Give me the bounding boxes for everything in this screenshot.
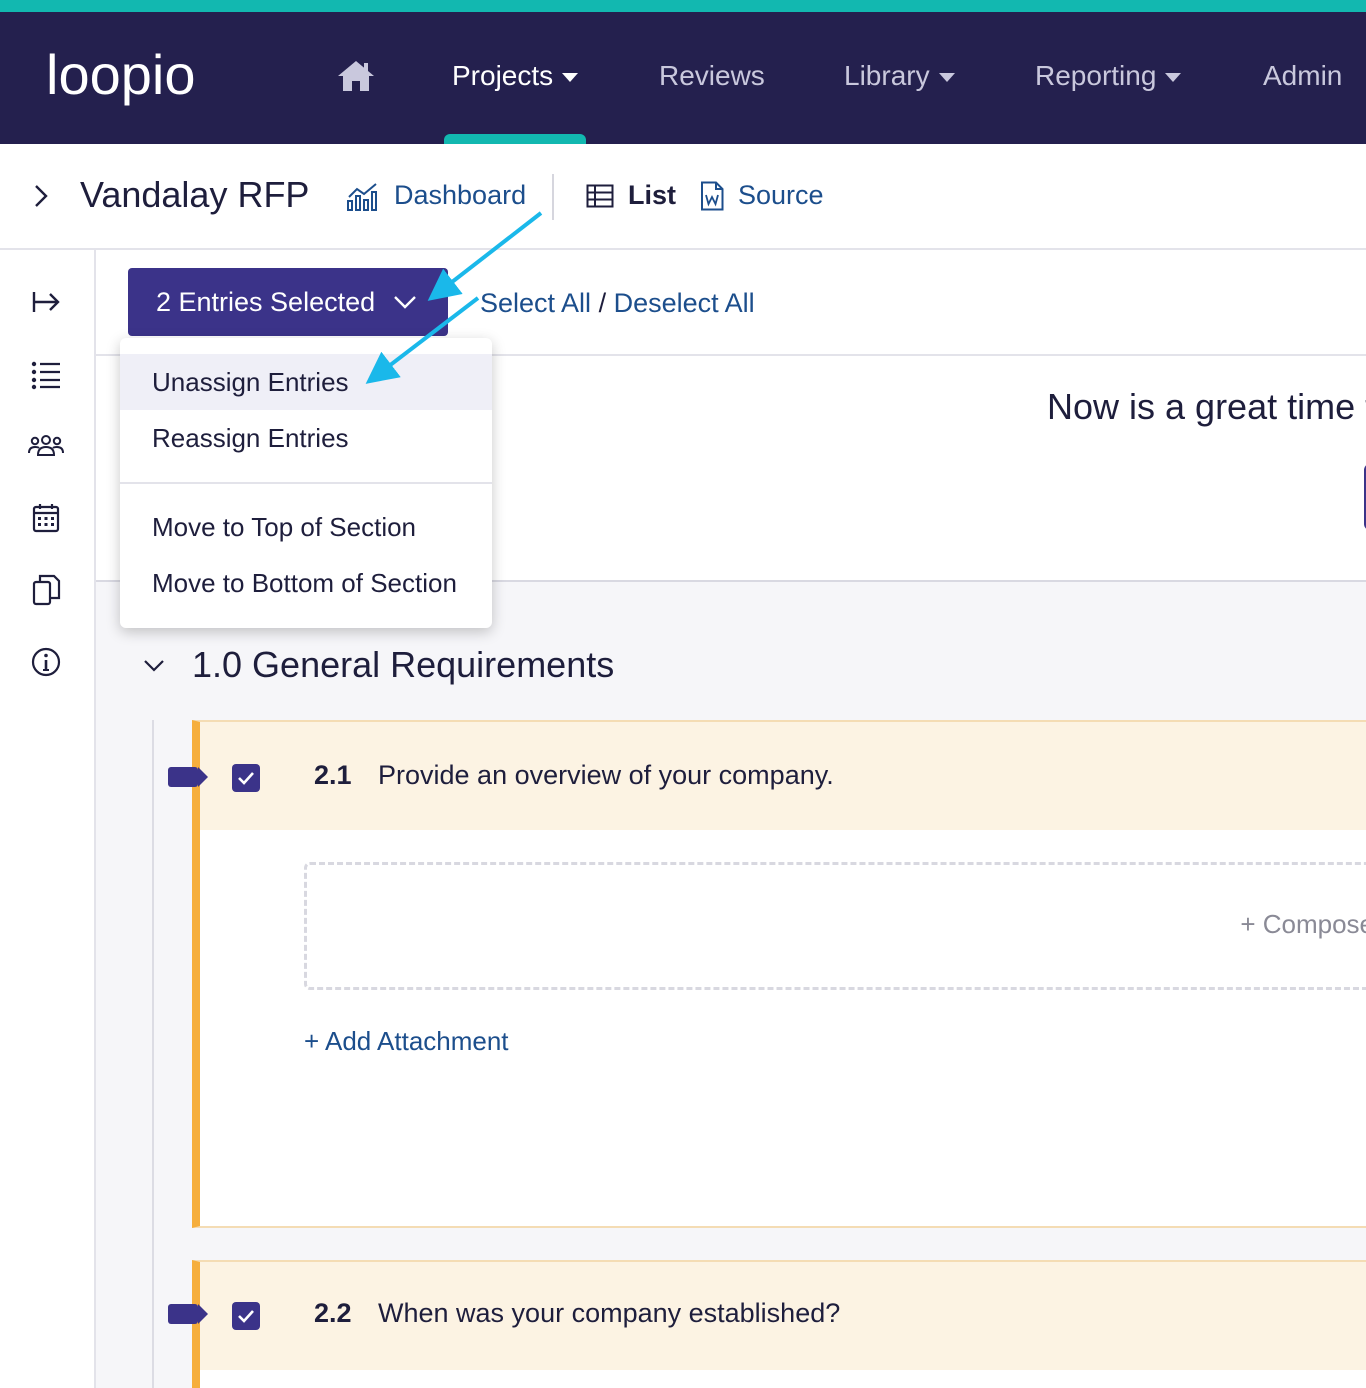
tab-list[interactable]: List — [586, 180, 676, 211]
select-separator: / — [598, 288, 607, 318]
entry-status-tag — [168, 767, 208, 787]
tab-source[interactable]: Source — [700, 180, 824, 211]
entry-question: When was your company established? — [378, 1298, 841, 1328]
info-icon[interactable] — [28, 644, 64, 680]
compose-answer-area[interactable]: + Compose — [304, 862, 1366, 990]
caret-down-icon — [562, 72, 579, 82]
expand-panel-icon[interactable] — [28, 284, 64, 320]
active-nav-indicator — [444, 134, 586, 144]
entries-selected-label: 2 Entries Selected — [156, 286, 376, 317]
entry-number: 2.2 — [314, 1298, 352, 1328]
select-all-link[interactable]: Select All — [480, 288, 591, 318]
chevron-right-icon[interactable] — [30, 182, 52, 210]
calendar-icon[interactable] — [28, 500, 64, 536]
entry-question: Provide an overview of your company. — [378, 760, 834, 790]
nav-library[interactable]: Library — [844, 60, 955, 92]
left-sidebar — [0, 250, 96, 1388]
entry-checkbox[interactable] — [232, 764, 260, 792]
copy-documents-icon[interactable] — [28, 572, 64, 608]
users-group-icon[interactable] — [28, 428, 64, 464]
chevron-down-icon — [394, 296, 416, 309]
top-navigation: loopio Projects Reviews Library Reportin… — [0, 12, 1366, 144]
tab-dashboard[interactable]: Dashboard — [346, 180, 526, 211]
entries-selected-dropdown-button[interactable]: 2 Entries Selected — [128, 268, 448, 336]
entry-checkbox[interactable] — [232, 1302, 260, 1330]
caret-down-icon — [938, 72, 955, 82]
entry-card: 2.2 When was your company established? — [168, 1260, 1366, 1388]
section-collapse-chevron-icon[interactable] — [142, 656, 166, 676]
menu-item-move-to-top[interactable]: Move to Top of Section — [120, 499, 492, 555]
menu-divider — [120, 482, 492, 484]
checkmark-icon — [238, 772, 254, 785]
deselect-all-link[interactable]: Deselect All — [614, 288, 755, 318]
svg-text:loopio: loopio — [46, 46, 195, 106]
entries-actions-menu: Unassign Entries Reassign Entries Move t… — [120, 338, 492, 628]
nav-admin[interactable]: Admin — [1263, 60, 1342, 92]
entry-header[interactable]: 2.2 When was your company established? — [168, 1262, 1366, 1370]
tab-dashboard-label: Dashboard — [394, 180, 527, 210]
nav-reporting[interactable]: Reporting — [1035, 60, 1182, 92]
nav-reviews[interactable]: Reviews — [659, 60, 765, 92]
list-icon[interactable] — [28, 356, 64, 392]
table-list-icon — [586, 184, 614, 207]
compose-button[interactable]: + Compose — [1240, 909, 1366, 940]
select-links: Select All / Deselect All — [480, 288, 755, 319]
menu-item-reassign-entries[interactable]: Reassign Entries — [120, 410, 492, 466]
project-title: Vandalay RFP — [80, 174, 310, 215]
dashboard-chart-icon — [347, 182, 377, 211]
checkmark-icon — [238, 1310, 254, 1323]
tab-source-label: Source — [738, 180, 824, 210]
menu-item-unassign-entries[interactable]: Unassign Entries — [120, 354, 492, 410]
project-header: Vandalay RFP Dashboard List Source — [0, 144, 1366, 250]
tab-list-label: List — [628, 180, 677, 210]
entry-status-tag — [168, 1304, 208, 1324]
add-attachment-link[interactable]: + Add Attachment — [304, 1026, 509, 1057]
top-accent-strip — [0, 0, 1366, 12]
caret-down-icon — [1165, 72, 1182, 82]
home-icon[interactable] — [336, 58, 376, 94]
entry-header[interactable]: 2.1 Provide an overview of your company. — [168, 722, 1366, 830]
section-title: 1.0 General Requirements — [192, 644, 615, 685]
entry-number: 2.1 — [314, 760, 352, 790]
nav-projects[interactable]: Projects — [452, 60, 579, 92]
header-divider — [552, 174, 554, 220]
loopio-logo[interactable]: loopio — [46, 46, 241, 116]
section-tree-line — [152, 720, 154, 1388]
entry-card: 2.1 Provide an overview of your company.… — [168, 720, 1366, 1228]
menu-item-move-to-bottom[interactable]: Move to Bottom of Section — [120, 555, 492, 611]
word-document-icon — [701, 181, 724, 210]
banner-text: Now is a great time t — [1047, 386, 1366, 427]
